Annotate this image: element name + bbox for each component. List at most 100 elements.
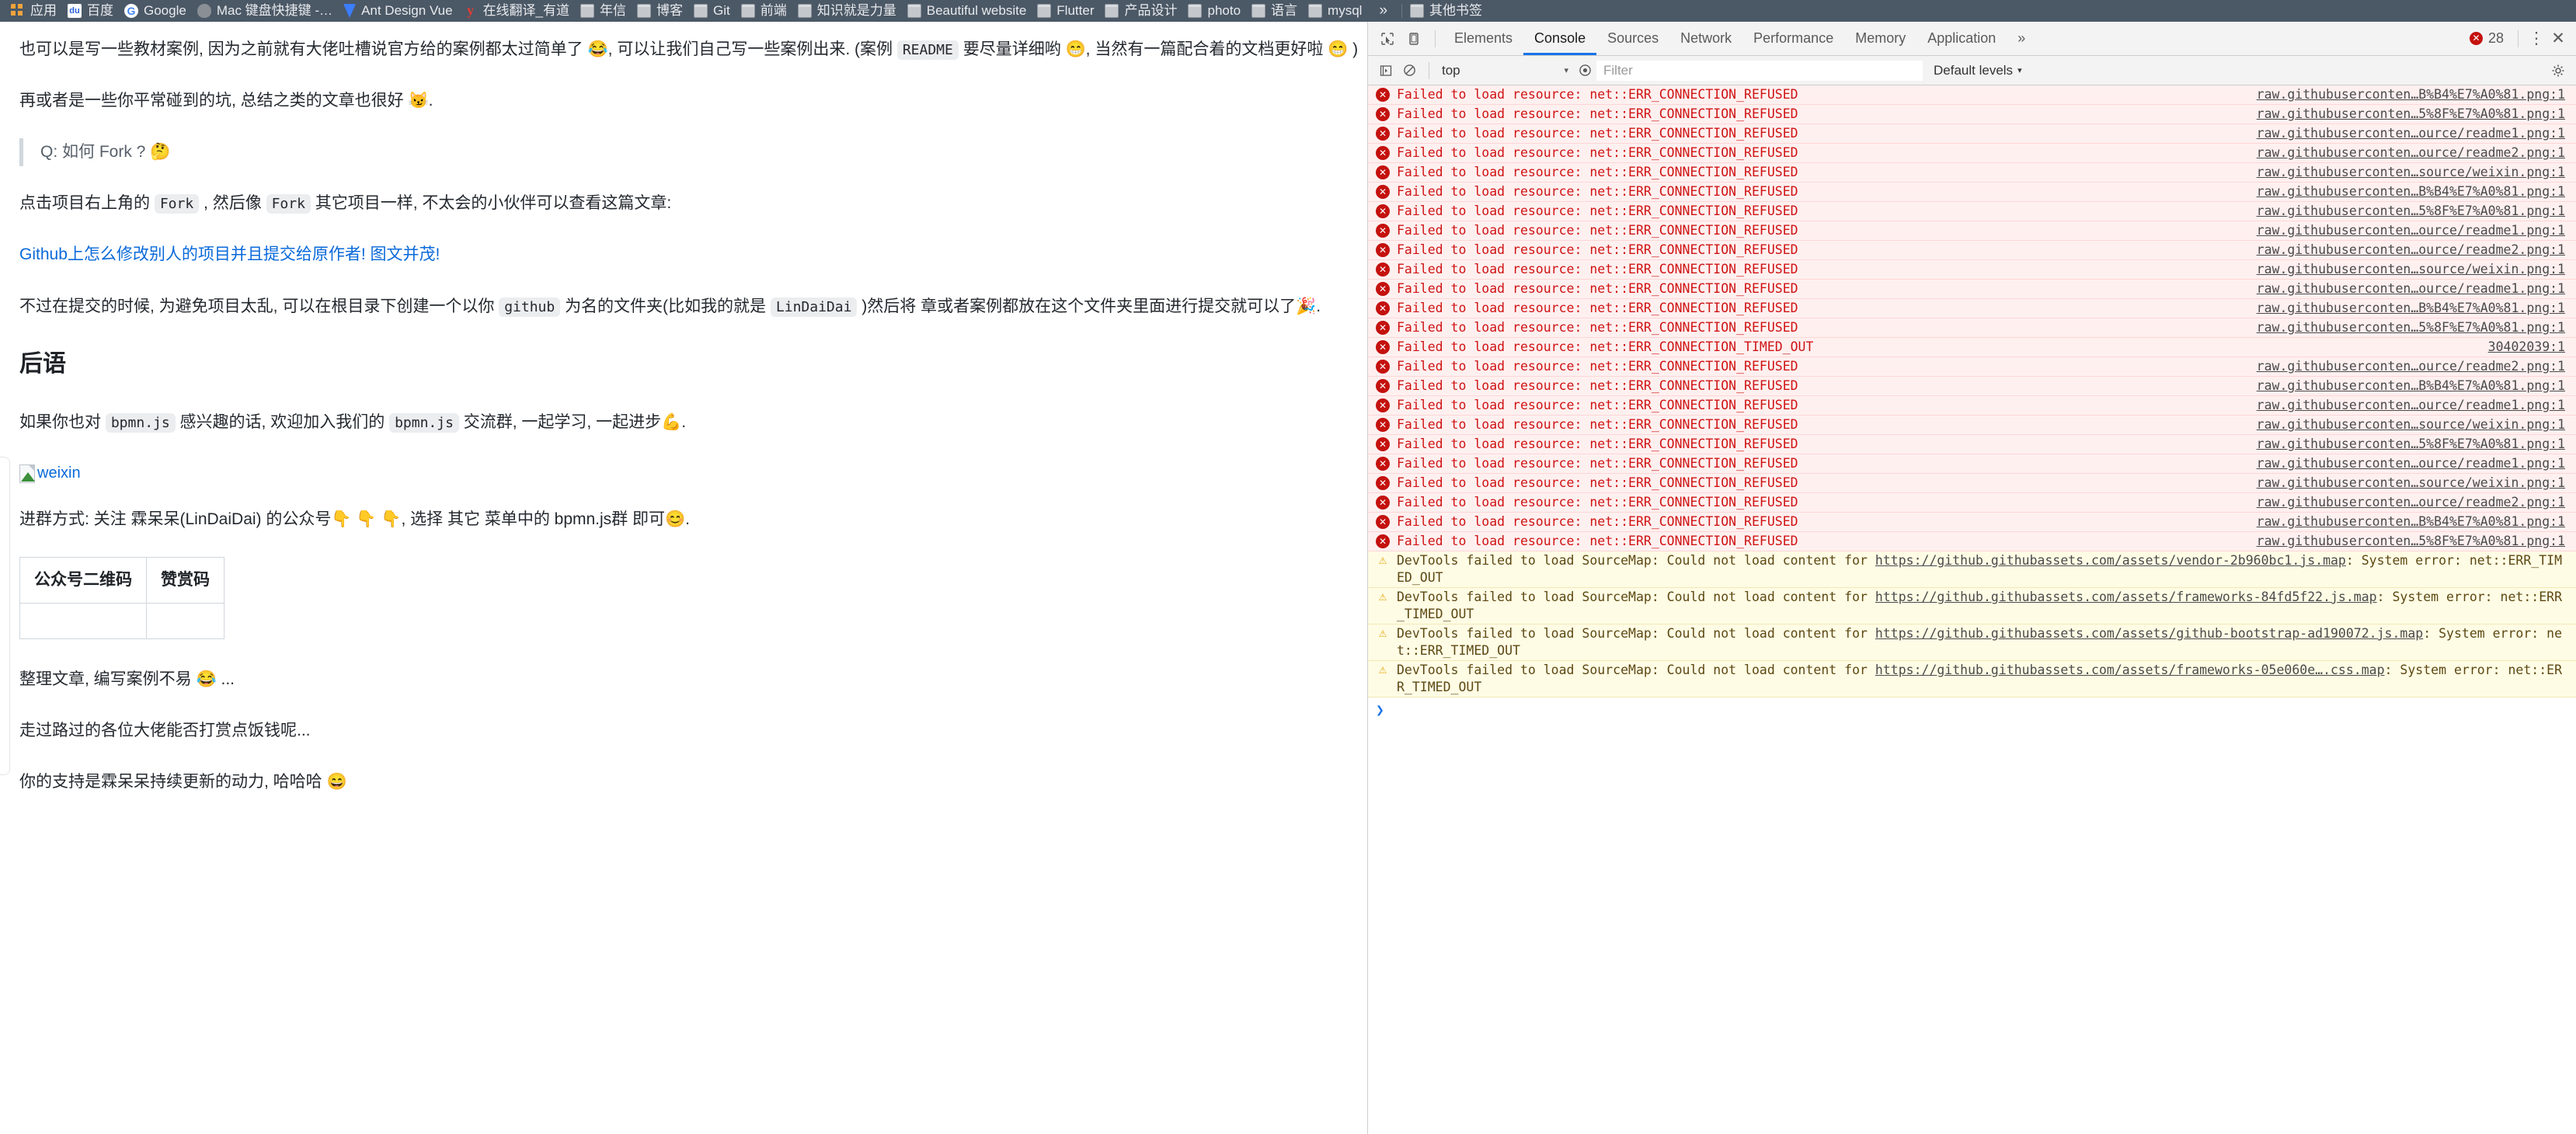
paragraph-4-text-a: 不过在提交的时候, 为避免项目太乱, 可以在根目录下创建一个以你: [19, 297, 495, 315]
device-toolbar-icon[interactable]: [1401, 26, 1427, 51]
execution-context-select[interactable]: top ▾: [1437, 61, 1573, 81]
bookmark-应用[interactable]: 应用: [8, 2, 64, 20]
sourcemap-link[interactable]: https://github.githubassets.com/assets/f…: [1875, 590, 2377, 604]
live-expression-eye-icon[interactable]: [1573, 60, 1596, 82]
bookmark-在线翻译_有道[interactable]: y 在线翻译_有道: [461, 2, 577, 20]
bookmark-前端[interactable]: 前端: [738, 2, 795, 20]
console-sidebar-toggle-icon[interactable]: [1374, 60, 1398, 82]
close-devtools-icon[interactable]: ✕: [2546, 29, 2570, 48]
sourcemap-link[interactable]: https://github.githubassets.com/assets/g…: [1875, 626, 2423, 641]
tab-memory[interactable]: Memory: [1844, 22, 1916, 55]
console-filter-input[interactable]: [1596, 60, 1923, 81]
bookmark-photo[interactable]: photo: [1185, 2, 1248, 20]
console-source-link[interactable]: raw.githubuserconten…source/weixin.png:1: [2257, 416, 2565, 433]
console-prompt[interactable]: ❯: [1368, 697, 2576, 724]
console-error-row[interactable]: ✕ Failed to load resource: net::ERR_CONNE…: [1368, 163, 2576, 183]
console-error-row[interactable]: ✕ Failed to load resource: net::ERR_CONNE…: [1368, 435, 2576, 454]
console-source-link[interactable]: raw.githubuserconten…ource/readme2.png:1: [2257, 242, 2565, 259]
tab-performance[interactable]: Performance: [1742, 22, 1844, 55]
clear-console-icon[interactable]: [1398, 60, 1421, 82]
console-source-link[interactable]: raw.githubuserconten…ource/readme1.png:1: [2257, 125, 2565, 142]
bookmark-百度[interactable]: du 百度: [64, 2, 121, 20]
more-tabs-chevron-icon[interactable]: »: [2007, 22, 2036, 55]
console-error-row[interactable]: ✕ Failed to load resource: net::ERR_CONNE…: [1368, 377, 2576, 396]
bookmark-Flutter[interactable]: Flutter: [1034, 2, 1102, 20]
tab-application[interactable]: Application: [1916, 22, 2007, 55]
console-error-row[interactable]: ✕ Failed to load resource: net::ERR_CONNE…: [1368, 532, 2576, 551]
console-error-row[interactable]: ✕ Failed to load resource: net::ERR_CONNE…: [1368, 338, 2576, 357]
console-error-row[interactable]: ✕ Failed to load resource: net::ERR_CONNE…: [1368, 105, 2576, 124]
bookmark-Google[interactable]: G Google: [121, 2, 194, 20]
console-error-row[interactable]: ✕ Failed to load resource: net::ERR_CONNE…: [1368, 396, 2576, 416]
console-source-link[interactable]: raw.githubuserconten…5%8F%E7%A0%81.png:1: [2257, 106, 2565, 123]
console-error-row[interactable]: ✕ Failed to load resource: net::ERR_CONNE…: [1368, 416, 2576, 435]
console-source-link[interactable]: raw.githubuserconten…B%B4%E7%A0%81.png:1: [2257, 300, 2565, 317]
console-source-link[interactable]: raw.githubuserconten…ource/readme1.png:1: [2257, 280, 2565, 297]
console-warning-row[interactable]: ⚠ DevTools failed to load SourceMap: Coul…: [1368, 588, 2576, 624]
article-link-github-fork[interactable]: Github上怎么修改别人的项目并且提交给原作者! 图文并茂!: [19, 245, 440, 263]
console-error-row[interactable]: ✕ Failed to load resource: net::ERR_CONNE…: [1368, 474, 2576, 493]
console-source-link[interactable]: raw.githubuserconten…ource/readme2.png:1: [2257, 358, 2565, 375]
console-source-link[interactable]: raw.githubuserconten…B%B4%E7%A0%81.png:1: [2257, 183, 2565, 200]
console-error-row[interactable]: ✕ Failed to load resource: net::ERR_CONNE…: [1368, 85, 2576, 105]
bookmark-年信[interactable]: 年信: [577, 2, 634, 20]
bookmark-Git[interactable]: Git: [691, 2, 738, 20]
gear-icon[interactable]: [2546, 60, 2570, 82]
console-source-link[interactable]: 30402039:1: [2488, 339, 2565, 356]
bookmark-其他书签[interactable]: 其他书签: [1407, 2, 1490, 20]
console-error-row[interactable]: ✕ Failed to load resource: net::ERR_CONNE…: [1368, 221, 2576, 241]
bookmark-Mac 键盘快捷键 -…[interactable]: Mac 键盘快捷键 -…: [194, 2, 340, 20]
console-error-row[interactable]: ✕ Failed to load resource: net::ERR_CONNE…: [1368, 241, 2576, 260]
devtools-settings-kebab-icon[interactable]: ⋮: [2526, 29, 2546, 48]
bookmark-知识就是力量[interactable]: 知识就是力量: [795, 2, 904, 20]
console-source-link[interactable]: raw.githubuserconten…source/weixin.png:1: [2257, 475, 2565, 492]
bookmark-博客[interactable]: 博客: [634, 2, 691, 20]
error-count-badge[interactable]: ✕ 28: [2469, 30, 2504, 47]
console-error-row[interactable]: ✕ Failed to load resource: net::ERR_CONNE…: [1368, 260, 2576, 280]
console-error-row[interactable]: ✕ Failed to load resource: net::ERR_CONNE…: [1368, 493, 2576, 513]
bookmark-Beautiful website[interactable]: Beautiful website: [904, 2, 1035, 20]
console-error-row[interactable]: ✕ Failed to load resource: net::ERR_CONNE…: [1368, 202, 2576, 221]
console-source-link[interactable]: raw.githubuserconten…B%B4%E7%A0%81.png:1: [2257, 377, 2565, 395]
console-source-link[interactable]: raw.githubuserconten…B%B4%E7%A0%81.png:1: [2257, 513, 2565, 530]
console-source-link[interactable]: raw.githubuserconten…ource/readme2.png:1: [2257, 144, 2565, 162]
sourcemap-link[interactable]: https://github.githubassets.com/assets/f…: [1875, 663, 2385, 677]
console-warning-row[interactable]: ⚠ DevTools failed to load SourceMap: Coul…: [1368, 551, 2576, 588]
console-warning-row[interactable]: ⚠ DevTools failed to load SourceMap: Coul…: [1368, 661, 2576, 697]
console-error-row[interactable]: ✕ Failed to load resource: net::ERR_CONNE…: [1368, 513, 2576, 532]
console-source-link[interactable]: raw.githubuserconten…source/weixin.png:1: [2257, 164, 2565, 181]
tab-elements[interactable]: Elements: [1443, 22, 1523, 55]
bookmark-语言[interactable]: 语言: [1248, 2, 1305, 20]
log-levels-select[interactable]: Default levels ▾: [1934, 63, 2022, 78]
page-scroll-handle[interactable]: [0, 457, 10, 775]
console-source-link[interactable]: raw.githubuserconten…5%8F%E7%A0%81.png:1: [2257, 533, 2565, 550]
console-source-link[interactable]: raw.githubuserconten…ource/readme2.png:1: [2257, 494, 2565, 511]
tab-network[interactable]: Network: [1669, 22, 1742, 55]
bookmark-Ant Design Vue[interactable]: Ant Design Vue: [340, 2, 461, 20]
console-error-row[interactable]: ✕ Failed to load resource: net::ERR_CONNE…: [1368, 299, 2576, 318]
console-source-link[interactable]: raw.githubuserconten…5%8F%E7%A0%81.png:1: [2257, 319, 2565, 336]
console-source-link[interactable]: raw.githubuserconten…ource/readme1.png:1: [2257, 222, 2565, 239]
console-error-row[interactable]: ✕ Failed to load resource: net::ERR_CONNE…: [1368, 318, 2576, 338]
bookmark-mysql[interactable]: mysql: [1305, 2, 1370, 20]
console-error-row[interactable]: ✕ Failed to load resource: net::ERR_CONNE…: [1368, 124, 2576, 144]
console-error-row[interactable]: ✕ Failed to load resource: net::ERR_CONNE…: [1368, 183, 2576, 202]
inspect-element-icon[interactable]: [1374, 26, 1401, 51]
console-source-link[interactable]: raw.githubuserconten…ource/readme1.png:1: [2257, 397, 2565, 414]
console-source-link[interactable]: raw.githubuserconten…5%8F%E7%A0%81.png:1: [2257, 436, 2565, 453]
tab-sources[interactable]: Sources: [1596, 22, 1669, 55]
console-error-row[interactable]: ✕ Failed to load resource: net::ERR_CONNE…: [1368, 357, 2576, 377]
bookmark-产品设计[interactable]: 产品设计: [1102, 2, 1185, 20]
console-source-link[interactable]: raw.githubuserconten…5%8F%E7%A0%81.png:1: [2257, 203, 2565, 220]
sourcemap-link[interactable]: https://github.githubassets.com/assets/v…: [1875, 553, 2346, 568]
console-error-row[interactable]: ✕ Failed to load resource: net::ERR_CONNE…: [1368, 144, 2576, 163]
bookmarks-overflow-icon[interactable]: »: [1370, 2, 1397, 19]
console-source-link[interactable]: raw.githubuserconten…ource/readme1.png:1: [2257, 455, 2565, 472]
console-error-row[interactable]: ✕ Failed to load resource: net::ERR_CONNE…: [1368, 280, 2576, 299]
tab-console[interactable]: Console: [1523, 22, 1597, 55]
console-source-link[interactable]: raw.githubuserconten…source/weixin.png:1: [2257, 261, 2565, 278]
console-source-link[interactable]: raw.githubuserconten…B%B4%E7%A0%81.png:1: [2257, 86, 2565, 103]
console-error-row[interactable]: ✕ Failed to load resource: net::ERR_CONNE…: [1368, 454, 2576, 474]
console-warning-row[interactable]: ⚠ DevTools failed to load SourceMap: Coul…: [1368, 624, 2576, 661]
console-message-list[interactable]: ✕ Failed to load resource: net::ERR_CONNE…: [1368, 85, 2576, 1128]
